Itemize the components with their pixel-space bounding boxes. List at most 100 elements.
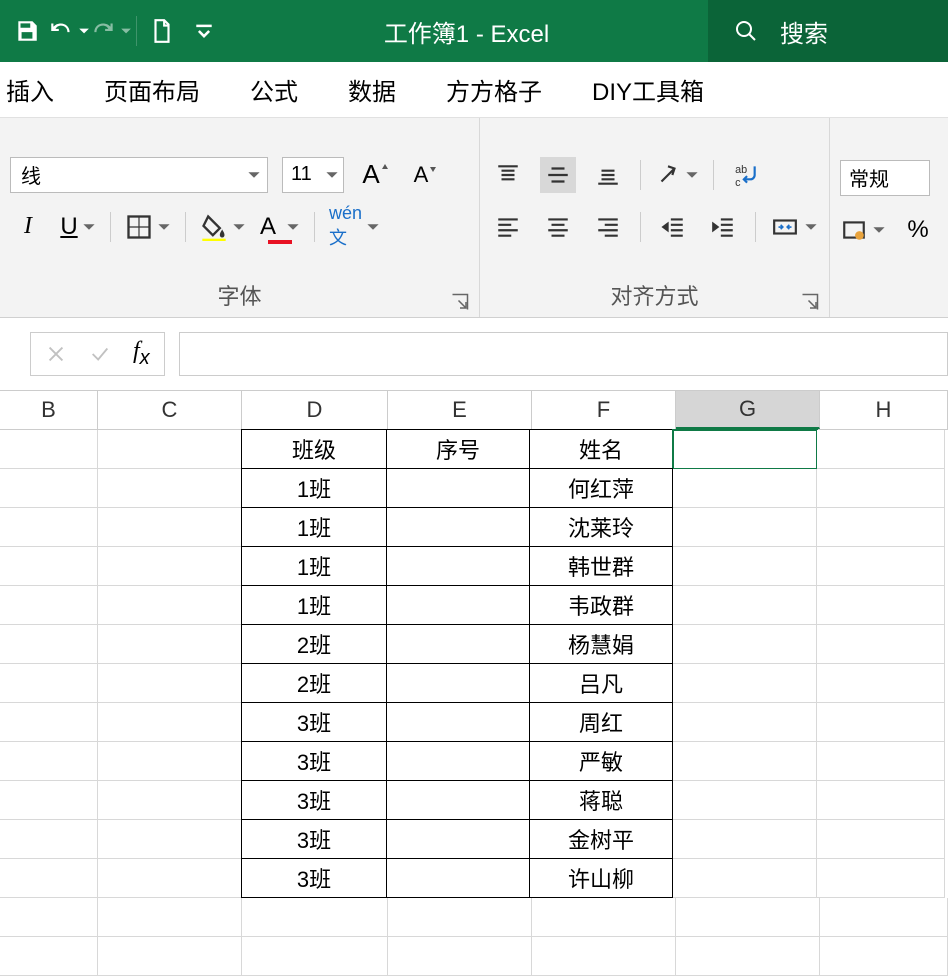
tab-page-layout[interactable]: 页面布局 — [104, 62, 200, 117]
number-format-select[interactable]: 常规 — [840, 160, 930, 196]
cell[interactable] — [0, 859, 98, 898]
cell[interactable] — [0, 586, 98, 625]
cell[interactable]: 金树平 — [529, 819, 673, 859]
underline-button[interactable]: U — [60, 209, 96, 245]
font-color-button[interactable]: A — [260, 209, 300, 245]
cell[interactable]: 1班 — [241, 546, 387, 586]
tab-formulas[interactable]: 公式 — [250, 62, 298, 117]
wrap-text-button[interactable]: abc — [728, 157, 764, 193]
accounting-format-button[interactable] — [840, 212, 886, 248]
cell[interactable] — [98, 469, 242, 508]
align-right-button[interactable] — [590, 209, 626, 245]
redo-button[interactable] — [90, 10, 132, 52]
cell[interactable] — [673, 859, 817, 898]
cell[interactable] — [386, 507, 530, 547]
tab-data[interactable]: 数据 — [348, 62, 396, 117]
italic-button[interactable]: I — [10, 209, 46, 245]
cell[interactable] — [98, 859, 242, 898]
cell[interactable] — [673, 703, 817, 742]
cell[interactable] — [98, 703, 242, 742]
orientation-button[interactable] — [655, 157, 699, 193]
cell[interactable] — [817, 781, 945, 820]
fill-color-button[interactable] — [200, 209, 246, 245]
cell[interactable] — [817, 664, 945, 703]
cell[interactable] — [532, 898, 676, 937]
column-header-G[interactable]: G — [676, 391, 820, 429]
cell[interactable]: 杨慧娟 — [529, 624, 673, 664]
cell[interactable] — [386, 702, 530, 742]
dialog-launcher-icon[interactable] — [451, 293, 469, 311]
cell[interactable] — [817, 703, 945, 742]
cell[interactable] — [817, 742, 945, 781]
formula-input[interactable] — [179, 332, 948, 376]
cell[interactable] — [0, 625, 98, 664]
cell[interactable]: 班级 — [241, 429, 387, 469]
cell[interactable] — [98, 742, 242, 781]
cell[interactable] — [676, 937, 820, 976]
cell[interactable]: 3班 — [241, 780, 387, 820]
merge-center-button[interactable] — [770, 209, 818, 245]
cell[interactable]: 序号 — [386, 429, 530, 469]
cell[interactable]: 2班 — [241, 663, 387, 703]
cell[interactable] — [817, 820, 945, 859]
cell[interactable]: 何红萍 — [529, 468, 673, 508]
cell[interactable]: 3班 — [241, 858, 387, 898]
cell[interactable]: 沈莱玲 — [529, 507, 673, 547]
cell[interactable] — [386, 546, 530, 586]
cell[interactable] — [386, 585, 530, 625]
decrease-indent-button[interactable] — [655, 209, 691, 245]
increase-font-button[interactable]: A — [358, 157, 394, 193]
column-header-E[interactable]: E — [388, 391, 532, 429]
cell[interactable]: 韩世群 — [529, 546, 673, 586]
cell[interactable] — [0, 664, 98, 703]
cell[interactable] — [0, 508, 98, 547]
cell[interactable] — [673, 547, 817, 586]
cell[interactable] — [673, 586, 817, 625]
qat-customize-button[interactable] — [183, 10, 225, 52]
phonetic-button[interactable]: wén文 — [329, 209, 380, 245]
cell[interactable] — [817, 469, 945, 508]
cell[interactable] — [386, 741, 530, 781]
cell[interactable] — [386, 663, 530, 703]
cell[interactable] — [98, 508, 242, 547]
cell[interactable] — [0, 781, 98, 820]
cell[interactable] — [388, 937, 532, 976]
cell[interactable]: 1班 — [241, 585, 387, 625]
cell[interactable] — [388, 898, 532, 937]
align-center-button[interactable] — [540, 209, 576, 245]
tab-fangfang[interactable]: 方方格子 — [446, 62, 542, 117]
cell[interactable] — [0, 742, 98, 781]
cell[interactable] — [817, 430, 945, 469]
borders-button[interactable] — [125, 209, 171, 245]
column-header-D[interactable]: D — [242, 391, 388, 429]
column-header-F[interactable]: F — [532, 391, 676, 429]
cell[interactable]: 严敏 — [529, 741, 673, 781]
cell[interactable]: 1班 — [241, 507, 387, 547]
cell[interactable] — [673, 430, 817, 469]
cell[interactable]: 3班 — [241, 819, 387, 859]
cell[interactable] — [98, 586, 242, 625]
cell[interactable] — [820, 898, 948, 937]
cell[interactable] — [98, 820, 242, 859]
cell[interactable] — [673, 664, 817, 703]
cell[interactable]: 3班 — [241, 741, 387, 781]
cell[interactable] — [0, 547, 98, 586]
font-name-select[interactable]: 线 — [10, 157, 268, 193]
cell[interactable] — [386, 468, 530, 508]
cell[interactable] — [0, 937, 98, 976]
cell[interactable] — [0, 430, 98, 469]
cell[interactable] — [817, 586, 945, 625]
cell[interactable] — [98, 937, 242, 976]
align-top-button[interactable] — [490, 157, 526, 193]
font-size-select[interactable]: 11 — [282, 157, 344, 193]
tab-diy-toolbox[interactable]: DIY工具箱 — [592, 62, 704, 117]
file-button[interactable] — [141, 10, 183, 52]
percent-button[interactable]: % — [900, 212, 936, 248]
column-header-H[interactable]: H — [820, 391, 948, 429]
align-middle-button[interactable] — [540, 157, 576, 193]
cell[interactable] — [386, 858, 530, 898]
align-bottom-button[interactable] — [590, 157, 626, 193]
cell[interactable]: 3班 — [241, 702, 387, 742]
cell[interactable] — [673, 820, 817, 859]
cell[interactable] — [242, 937, 388, 976]
